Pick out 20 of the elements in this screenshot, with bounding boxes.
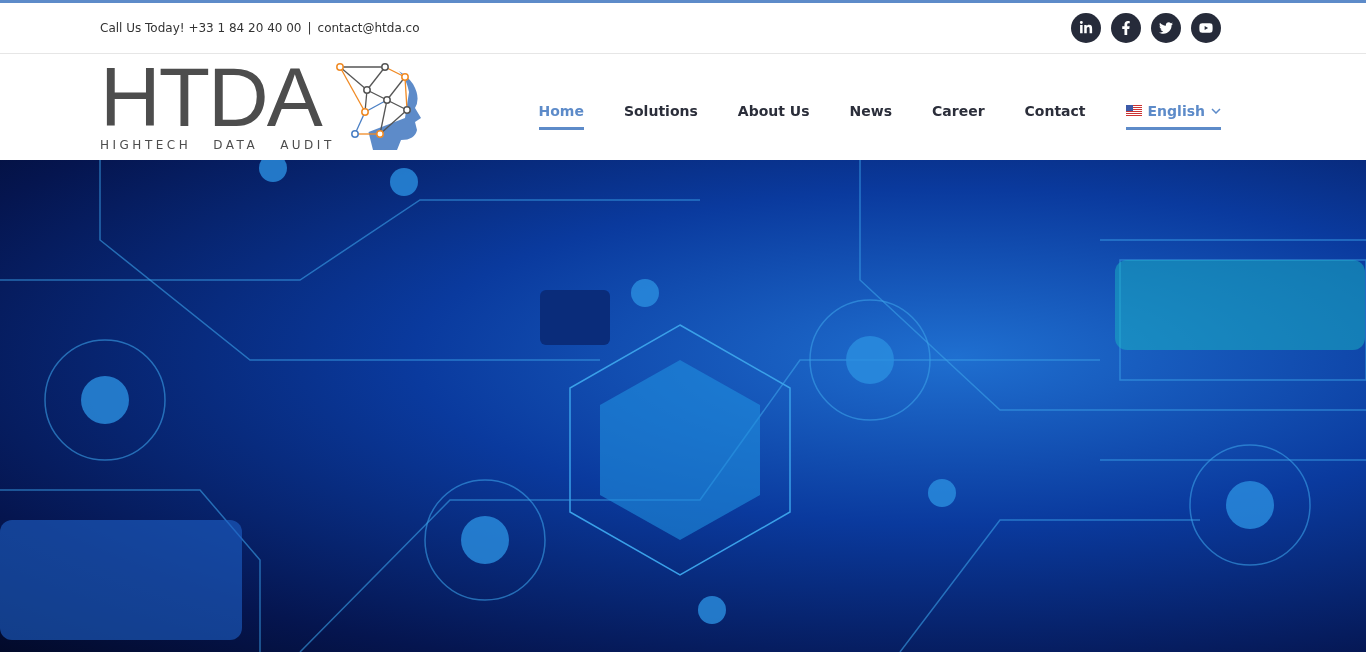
nav-link[interactable]: News: [849, 94, 892, 130]
nav-link[interactable]: Home: [538, 94, 584, 130]
youtube-icon[interactable]: [1191, 13, 1221, 43]
contact-phone-text: Call Us Today! +33 1 84 20 40 00: [100, 21, 302, 35]
language-selector[interactable]: English: [1125, 94, 1221, 130]
twitter-icon[interactable]: [1151, 13, 1181, 43]
us-flag-icon: [1125, 105, 1142, 116]
logo-letters: HTDA: [100, 62, 322, 132]
logo-tagline-word: HIGHTECH: [100, 138, 192, 152]
facebook-icon[interactable]: [1111, 13, 1141, 43]
chevron-down-icon: [1211, 107, 1221, 114]
separator-text: |: [307, 21, 312, 35]
nav-link[interactable]: Solutions: [623, 94, 698, 130]
nav-link[interactable]: Career: [932, 94, 985, 130]
nav-link[interactable]: Contact: [1024, 94, 1086, 130]
logo-tagline-word: AUDIT: [280, 138, 335, 152]
logo-tagline-word: DATA: [213, 138, 259, 152]
linkedin-icon[interactable]: [1071, 13, 1101, 43]
nav-link[interactable]: About Us: [737, 94, 810, 130]
email-link[interactable]: contact@htda.co: [317, 21, 420, 35]
